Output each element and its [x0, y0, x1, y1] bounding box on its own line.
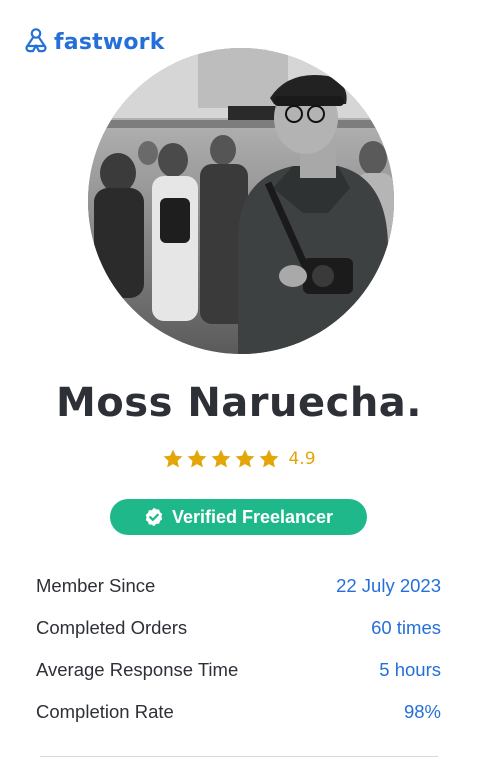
avatar: [88, 48, 394, 354]
star-icon: [186, 448, 208, 470]
check-circle-icon: [144, 507, 164, 527]
stat-value: 98%: [403, 701, 441, 722]
stat-value: 60 times: [371, 617, 441, 638]
stat-completed-orders: Completed Orders 60 times: [36, 607, 441, 649]
star-icon: [162, 448, 184, 470]
stat-value: 5 hours: [379, 659, 441, 680]
fastwork-logo[interactable]: fastwork: [22, 26, 165, 58]
stat-label: Average Response Time: [36, 659, 239, 680]
stat-label: Completed Orders: [36, 617, 188, 638]
verified-badge: Verified Freelancer: [110, 499, 367, 535]
rating-value: 4.9: [288, 449, 316, 469]
stats-list: Member Since 22 July 2023 Completed Orde…: [36, 565, 441, 733]
rating: 4.9: [0, 448, 478, 470]
stat-label: Member Since: [36, 575, 156, 596]
stat-label: Completion Rate: [36, 701, 174, 722]
fastwork-logo-icon: [22, 26, 50, 58]
stat-completion-rate: Completion Rate 98%: [36, 691, 441, 733]
star-icon: [210, 448, 232, 470]
freelancer-name: Moss Naruecha.: [55, 380, 422, 426]
stat-average-response-time: Average Response Time 5 hours: [36, 649, 441, 691]
stat-value: 22 July 2023: [336, 575, 441, 596]
stat-member-since: Member Since 22 July 2023: [36, 565, 441, 607]
star-icon: [258, 448, 280, 470]
logo-text: fastwork: [54, 29, 165, 55]
divider: [40, 756, 438, 757]
star-icon: [234, 448, 256, 470]
badge-label: Verified Freelancer: [171, 506, 334, 527]
